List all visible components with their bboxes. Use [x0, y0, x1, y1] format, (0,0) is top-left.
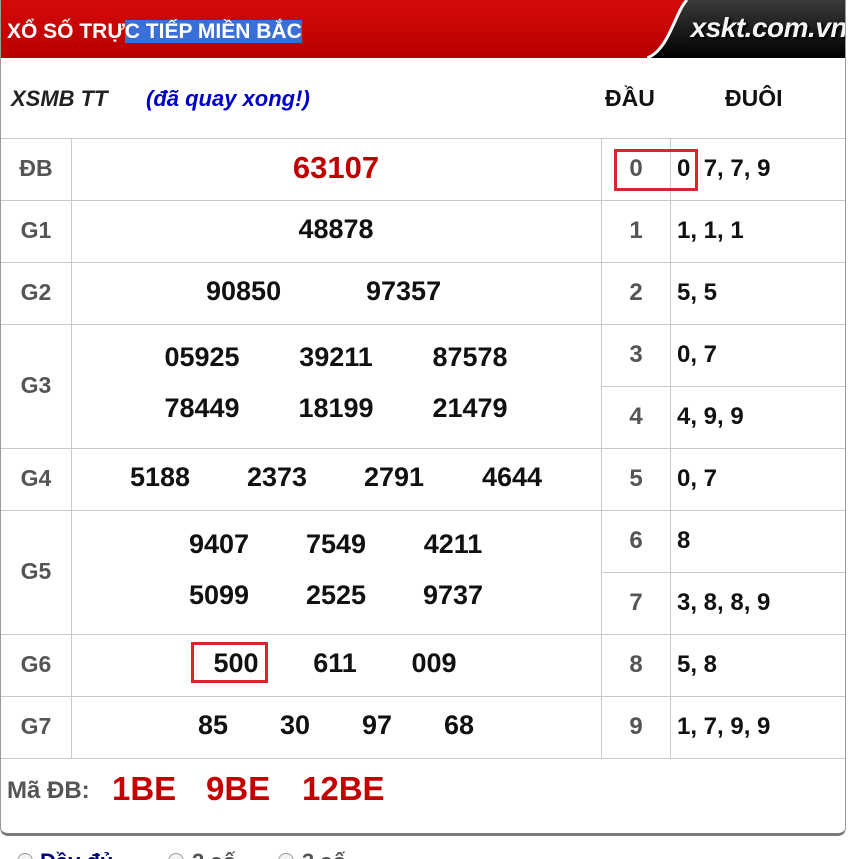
tail-digits: 0, 7 — [677, 465, 718, 492]
prize-label-g5: G5 — [20, 558, 52, 584]
radio-3-digits-label[interactable]: 3 số — [302, 849, 346, 859]
prize-number: 78449 — [164, 393, 240, 423]
radio-2-digits[interactable] — [168, 853, 184, 859]
radio-2-digits-label[interactable]: 2 số — [192, 849, 236, 859]
row-divider — [1, 200, 845, 201]
logo-text: xskt.com.vn — [690, 12, 846, 43]
prize-number: 87578 — [432, 342, 508, 372]
prize-label-g7: G7 — [20, 713, 52, 739]
head-digit: 3 — [629, 341, 643, 368]
prize-number: 4211 — [423, 529, 483, 559]
row-divider — [1, 696, 845, 697]
highlight-box — [614, 149, 698, 191]
column-divider — [71, 138, 72, 758]
row-divider — [1, 262, 845, 263]
prize-number: 21479 — [432, 393, 508, 423]
prize-number: 97357 — [366, 276, 442, 306]
row-divider — [1, 634, 845, 635]
special-code: 1BE — [112, 770, 177, 807]
prize-number: 18199 — [298, 393, 374, 423]
row-divider — [1, 448, 845, 449]
prize-number: 9737 — [422, 580, 484, 610]
head-digit: 6 — [629, 527, 643, 554]
tail-digits: 8 — [677, 527, 691, 554]
head-digit: 7 — [629, 589, 643, 616]
prize-number: 4644 — [481, 462, 543, 492]
prize-number: 48878 — [298, 214, 374, 244]
results-table: XỔ SỐ TRỰC TIẾP MIỀN BẮC xskt.com.vn XSM… — [0, 0, 846, 836]
subheader-row: XSMB TT (đã quay xong!) ĐẦU ĐUÔI — [1, 58, 845, 139]
row-divider — [601, 386, 845, 387]
prize-number: 2791 — [363, 462, 425, 492]
page-title: XỔ SỐ TRỰC TIẾP MIỀN BẮC — [7, 18, 302, 46]
row-divider — [601, 572, 845, 573]
prize-number: 30 — [279, 710, 311, 740]
title-text: XỔ SỐ TRỰ — [7, 20, 125, 43]
head-digit: 4 — [629, 403, 643, 430]
head-column-header: ĐẦU — [605, 85, 655, 111]
head-digit: 5 — [629, 465, 643, 492]
head-digit: 8 — [629, 651, 643, 678]
special-code-label: Mã ĐB: — [7, 777, 90, 804]
header-bar: XỔ SỐ TRỰC TIẾP MIỀN BẮC xskt.com.vn — [1, 0, 846, 58]
tail-digits: 1, 1, 1 — [677, 217, 744, 244]
prize-label-g6: G6 — [20, 651, 52, 677]
special-prize-number: 63107 — [292, 150, 380, 185]
prize-number: 05925 — [164, 342, 240, 372]
tail-digits-rest: 7, 7, 9 — [703, 155, 771, 182]
tail-digits: 5, 8 — [677, 651, 718, 678]
row-divider — [1, 324, 845, 325]
prize-number: 39211 — [299, 342, 373, 372]
row-divider — [1, 758, 845, 759]
head-digit: 9 — [629, 713, 643, 740]
special-code: 9BE — [206, 770, 271, 807]
tail-digits: 5, 5 — [677, 279, 718, 306]
tail-digits: 4, 9, 9 — [677, 403, 744, 430]
prize-number: 85 — [197, 710, 229, 740]
prize-number: 9407 — [188, 529, 250, 559]
highlight-box — [191, 642, 268, 683]
prize-label-g4: G4 — [20, 465, 52, 491]
radio-full-label[interactable]: Đầy đủ — [40, 849, 113, 859]
title-selected-text: C TIẾP MIỀN BẮC — [124, 20, 302, 43]
prize-number: 611 — [313, 648, 357, 678]
xsmb-label: XSMB TT — [11, 86, 108, 111]
prize-number: 5099 — [188, 580, 250, 610]
prize-number: 2373 — [246, 462, 308, 492]
special-code: 12BE — [302, 770, 385, 807]
prize-number: 5188 — [129, 462, 191, 492]
draw-status: (đã quay xong!) — [146, 86, 310, 111]
tail-digits: 3, 8, 8, 9 — [677, 589, 771, 616]
tail-digits: 0, 7 — [677, 341, 718, 368]
prize-label-g1: G1 — [20, 217, 52, 243]
tail-column-header: ĐUÔI — [725, 85, 783, 111]
radio-full[interactable] — [17, 853, 33, 859]
prize-number: 7549 — [305, 529, 367, 559]
prize-label-db: ĐB — [19, 155, 53, 181]
prize-number: 68 — [443, 710, 475, 740]
prize-label-g3: G3 — [20, 372, 52, 398]
prize-number: 97 — [361, 710, 393, 740]
head-digit: 1 — [629, 217, 643, 244]
prize-number: 90850 — [206, 276, 282, 306]
site-logo[interactable]: xskt.com.vn — [647, 0, 846, 58]
prize-number: 009 — [411, 648, 457, 678]
prize-number: 2525 — [305, 580, 367, 610]
prize-label-g2: G2 — [20, 279, 52, 305]
row-divider — [1, 510, 845, 511]
tail-digits: 1, 7, 9, 9 — [677, 713, 771, 740]
head-digit: 2 — [629, 279, 643, 306]
display-mode-options: Đầy đủ 2 số 3 số — [0, 846, 849, 859]
radio-3-digits[interactable] — [278, 853, 294, 859]
